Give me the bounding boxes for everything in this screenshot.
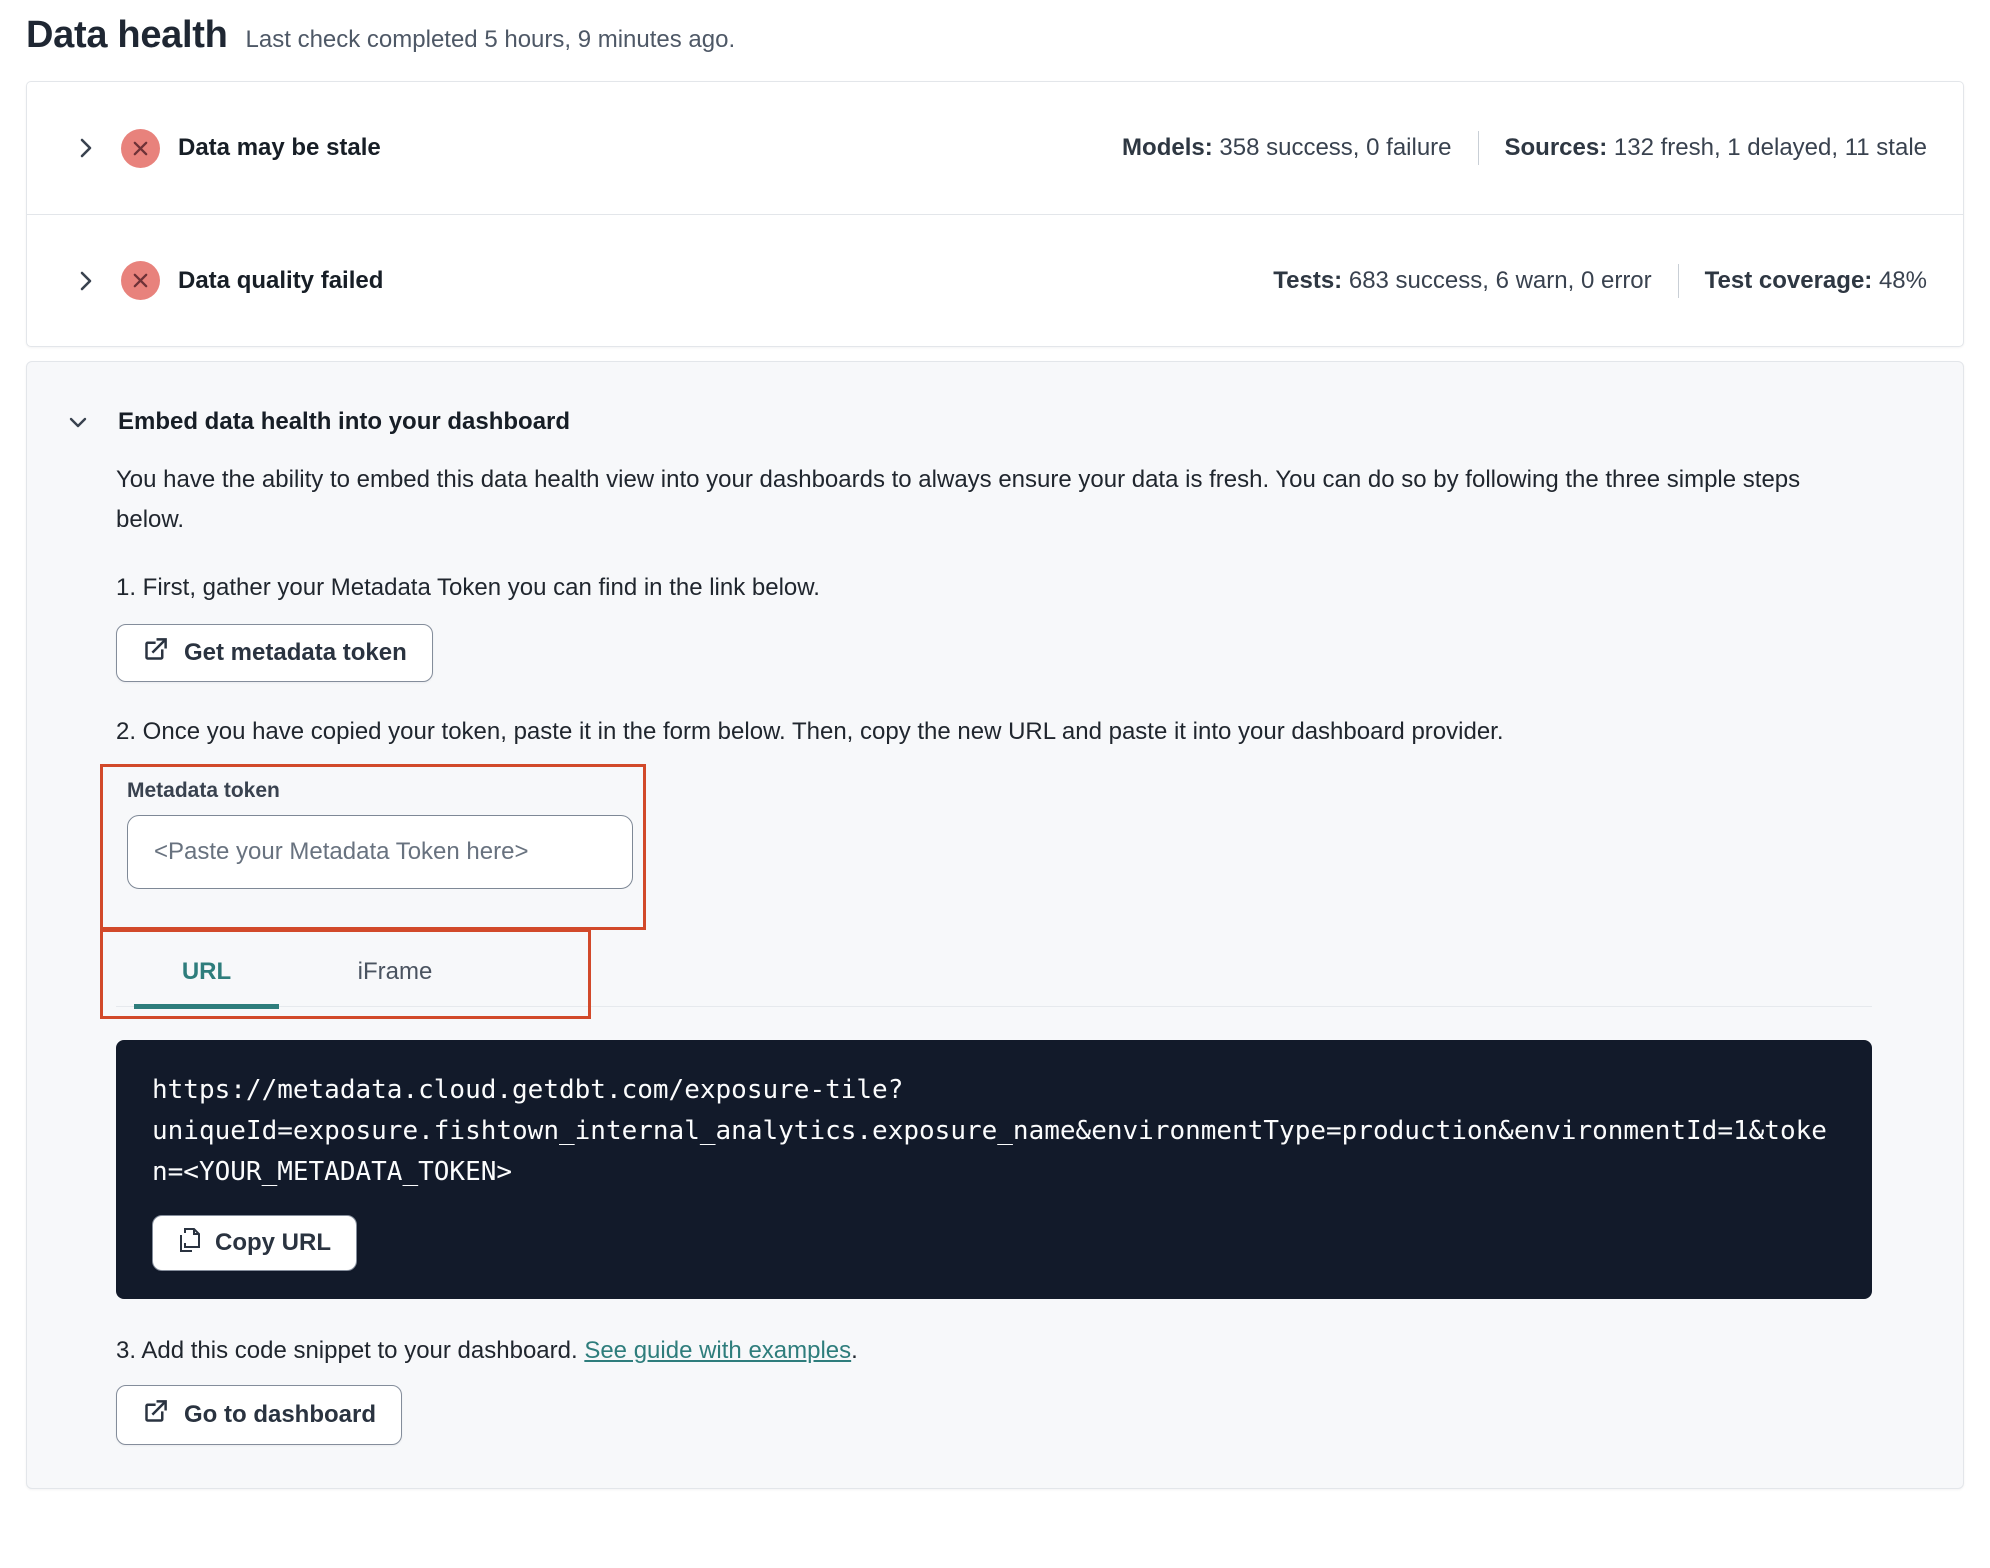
embed-format-tabs: URL iFrame bbox=[100, 929, 1872, 1019]
stat-label: Models: bbox=[1122, 134, 1213, 161]
stat-tests: Tests: 683 success, 6 warn, 0 error bbox=[1273, 267, 1651, 295]
go-to-dashboard-label: Go to dashboard bbox=[184, 1401, 376, 1428]
embed-url-text: https://metadata.cloud.getdbt.com/exposu… bbox=[152, 1075, 1827, 1187]
page-title: Data health bbox=[26, 14, 228, 56]
last-check-status: Last check completed 5 hours, 9 minutes … bbox=[245, 26, 736, 53]
step-3-text: 3. Add this code snippet to your dashboa… bbox=[116, 1337, 1872, 1365]
stat-sources: Sources: 132 fresh, 1 delayed, 11 stale bbox=[1505, 134, 1927, 162]
status-row-data-stale[interactable]: Data may be stale Models: 358 success, 0… bbox=[27, 82, 1963, 214]
stat-test-coverage: Test coverage: 48% bbox=[1705, 267, 1927, 295]
embed-url-code-block: https://metadata.cloud.getdbt.com/exposu… bbox=[116, 1040, 1872, 1299]
stat-label: Tests: bbox=[1273, 266, 1343, 294]
stat-divider bbox=[1677, 263, 1679, 298]
embed-description: You have the ability to embed this data … bbox=[116, 466, 1801, 533]
x-circle-icon bbox=[121, 128, 160, 168]
tab-iframe[interactable]: iFrame bbox=[305, 939, 485, 1009]
metadata-token-input[interactable] bbox=[127, 815, 633, 889]
external-link-icon bbox=[142, 636, 169, 670]
tab-url[interactable]: URL bbox=[134, 939, 279, 1009]
copy-url-button[interactable]: Copy URL bbox=[152, 1215, 357, 1271]
x-circle-icon bbox=[121, 261, 160, 300]
status-row-stats: Tests: 683 success, 6 warn, 0 error Test… bbox=[1273, 263, 1927, 298]
chevron-right-icon[interactable] bbox=[71, 134, 99, 162]
step-1-text: 1. First, gather your Metadata Token you… bbox=[116, 574, 820, 601]
embed-section-header[interactable]: Embed data health into your dashboard bbox=[64, 408, 1872, 436]
chevron-right-icon[interactable] bbox=[71, 267, 99, 295]
external-link-icon bbox=[142, 1398, 169, 1432]
token-annotation-box: Metadata token bbox=[100, 764, 646, 930]
step-3-suffix: . bbox=[851, 1337, 858, 1364]
stat-value: 132 fresh, 1 delayed, 11 stale bbox=[1613, 134, 1927, 161]
embed-section-title: Embed data health into your dashboard bbox=[118, 408, 571, 435]
stat-value: 358 success, 0 failure bbox=[1219, 134, 1452, 161]
stat-divider bbox=[1477, 131, 1479, 165]
page-header: Data health Last check completed 5 hours… bbox=[0, 0, 1990, 57]
get-metadata-token-button[interactable]: Get metadata token bbox=[116, 624, 433, 682]
step-2-text: 2. Once you have copied your token, past… bbox=[116, 718, 1504, 745]
go-to-dashboard-button[interactable]: Go to dashboard bbox=[116, 1385, 402, 1445]
status-row-title: Data quality failed bbox=[178, 266, 384, 294]
metadata-token-label: Metadata token bbox=[127, 779, 280, 802]
chevron-down-icon[interactable] bbox=[64, 408, 92, 436]
stat-label: Sources: bbox=[1504, 134, 1608, 161]
embed-section: Embed data health into your dashboard Yo… bbox=[26, 361, 1964, 1489]
step-3-prefix: 3. Add this code snippet to your dashboa… bbox=[116, 1337, 585, 1364]
status-row-title: Data may be stale bbox=[178, 134, 381, 161]
stat-label: Test coverage: bbox=[1704, 266, 1873, 294]
copy-icon bbox=[178, 1227, 202, 1260]
copy-url-label: Copy URL bbox=[215, 1229, 331, 1256]
status-card: Data may be stale Models: 358 success, 0… bbox=[26, 81, 1964, 347]
stat-models: Models: 358 success, 0 failure bbox=[1122, 134, 1451, 162]
stat-value: 683 success, 6 warn, 0 error bbox=[1348, 266, 1652, 294]
guide-link[interactable]: See guide with examples bbox=[584, 1337, 851, 1364]
status-row-data-quality[interactable]: Data quality failed Tests: 683 success, … bbox=[27, 214, 1963, 346]
stat-value: 48% bbox=[1878, 266, 1927, 294]
get-metadata-token-label: Get metadata token bbox=[184, 639, 407, 666]
status-row-stats: Models: 358 success, 0 failure Sources: … bbox=[1122, 131, 1927, 165]
